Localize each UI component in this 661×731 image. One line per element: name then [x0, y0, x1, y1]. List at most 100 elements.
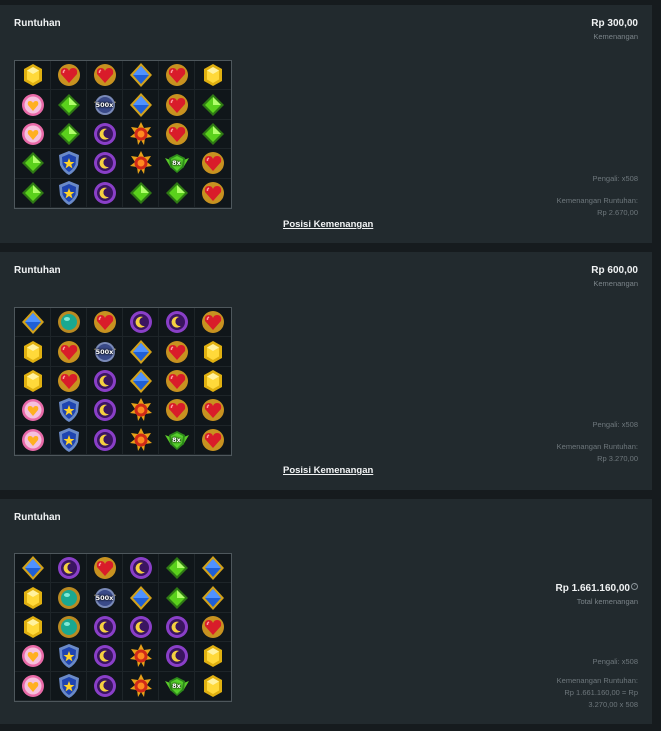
sun-gem-icon — [128, 397, 154, 423]
grid-cell — [123, 612, 159, 643]
yellow-gem-icon — [200, 673, 226, 699]
grid-cell — [15, 119, 51, 150]
grid-cell — [51, 337, 87, 367]
info-icon[interactable]: ? — [631, 583, 638, 590]
blue-star-icon — [56, 643, 82, 669]
green-gem-icon — [164, 555, 190, 581]
grid-cell — [15, 337, 51, 367]
yellow-gem-icon — [200, 62, 226, 88]
cascade-win-label: Kemenangan Runtuhan: — [556, 676, 638, 685]
grid-cell — [87, 61, 123, 91]
grid-cell — [195, 337, 231, 367]
win-amount: Rp 600,00 — [591, 265, 638, 276]
grid-cell — [195, 90, 231, 120]
heart-gem-icon — [200, 427, 226, 453]
cascade-win-value: Rp 3.270,00 — [597, 454, 638, 463]
grid-cell — [51, 612, 87, 643]
grid-cell — [123, 61, 159, 91]
heart-gem-icon — [164, 92, 190, 118]
grid-cell — [159, 308, 195, 338]
purple-moon-icon — [164, 309, 190, 335]
grid-cell — [87, 178, 123, 208]
cascade-win-value-line2: 3.270,00 x 508 — [588, 700, 638, 709]
win-positions-link[interactable]: Posisi Kemenangan — [283, 465, 373, 476]
purple-moon-icon — [92, 643, 118, 669]
grid-cell — [195, 367, 231, 397]
grid-cell: 500x — [87, 337, 123, 367]
yellow-gem-icon — [200, 339, 226, 365]
yellow-gem-icon — [20, 368, 46, 394]
blue-gem-icon — [200, 555, 226, 581]
cascade-panel-1: Runtuhan Rp 300,00 Kemenangan 500x 8x Pe… — [0, 5, 652, 243]
grid-cell — [195, 308, 231, 338]
multiplier-text: Pengali: x508 — [592, 420, 638, 429]
grid-cell — [51, 396, 87, 426]
grid-cell — [123, 671, 159, 701]
grid-cell — [87, 396, 123, 426]
grid-cell — [51, 366, 87, 397]
pink-heart-icon — [20, 427, 46, 453]
grid-cell — [51, 425, 87, 455]
heart-gem-icon — [164, 397, 190, 423]
green-gem-icon — [164, 180, 190, 206]
sun-gem-icon — [128, 427, 154, 453]
grid-cell — [87, 671, 123, 701]
grid-cell — [51, 642, 87, 672]
grid-cell — [15, 425, 51, 455]
win-positions-link[interactable]: Posisi Kemenangan — [283, 219, 373, 230]
heart-gem-icon — [56, 62, 82, 88]
grid-cell — [123, 425, 159, 455]
pink-heart-icon — [20, 673, 46, 699]
heart-gem-icon — [92, 555, 118, 581]
grid-cell — [51, 308, 87, 338]
heart-gem-icon — [164, 62, 190, 88]
purple-moon-icon — [128, 555, 154, 581]
purple-moon-icon — [92, 397, 118, 423]
total-win-amount: Rp 1.661.160,00? — [555, 583, 638, 594]
grid-cell — [123, 554, 159, 584]
grid-cell — [195, 642, 231, 672]
total-win-value: Rp 1.661.160,00 — [555, 583, 631, 594]
grid-cell — [195, 583, 231, 613]
blue-gem-icon — [128, 368, 154, 394]
grid-cell: 500x — [87, 90, 123, 120]
teal-gem-icon — [56, 585, 82, 611]
sun-gem-icon — [128, 121, 154, 147]
grid-cell — [15, 149, 51, 179]
sun-gem-icon — [128, 150, 154, 176]
purple-moon-icon — [128, 614, 154, 640]
cascade-win-value: Rp 1.661.160,00 = Rp — [564, 688, 638, 697]
symbol-grid: 500x 8x — [14, 553, 232, 702]
grid-cell: 8x — [159, 149, 195, 179]
heart-gem-icon — [56, 339, 82, 365]
pink-heart-icon — [20, 643, 46, 669]
multiplier-bomb-label: 8x — [172, 159, 181, 168]
green-gem-icon — [20, 150, 46, 176]
blue-gem-icon — [20, 555, 46, 581]
multiplier-bomb-label: 500x — [95, 100, 114, 109]
grid-cell — [195, 149, 231, 179]
green-gem-icon — [20, 180, 46, 206]
green-gem-icon — [128, 180, 154, 206]
grid-cell — [195, 179, 231, 208]
grid-cell — [15, 583, 51, 613]
grid-cell — [123, 337, 159, 367]
multiplier-text: Pengali: x508 — [592, 174, 638, 183]
grid-cell — [15, 671, 51, 701]
heart-gem-icon — [200, 150, 226, 176]
panel-title: Runtuhan — [14, 265, 61, 276]
grid-cell — [87, 149, 123, 179]
grid-cell — [159, 366, 195, 397]
pink-heart-icon — [20, 121, 46, 147]
win-amount: Rp 300,00 — [591, 18, 638, 29]
sun-gem-icon — [128, 643, 154, 669]
grid-cell — [159, 337, 195, 367]
grid-cell — [159, 119, 195, 150]
yellow-gem-icon — [20, 62, 46, 88]
yellow-gem-icon — [20, 585, 46, 611]
pink-heart-icon — [20, 92, 46, 118]
heart-gem-icon — [200, 309, 226, 335]
heart-gem-icon — [200, 397, 226, 423]
grid-cell — [195, 61, 231, 91]
grid-cell — [15, 612, 51, 643]
